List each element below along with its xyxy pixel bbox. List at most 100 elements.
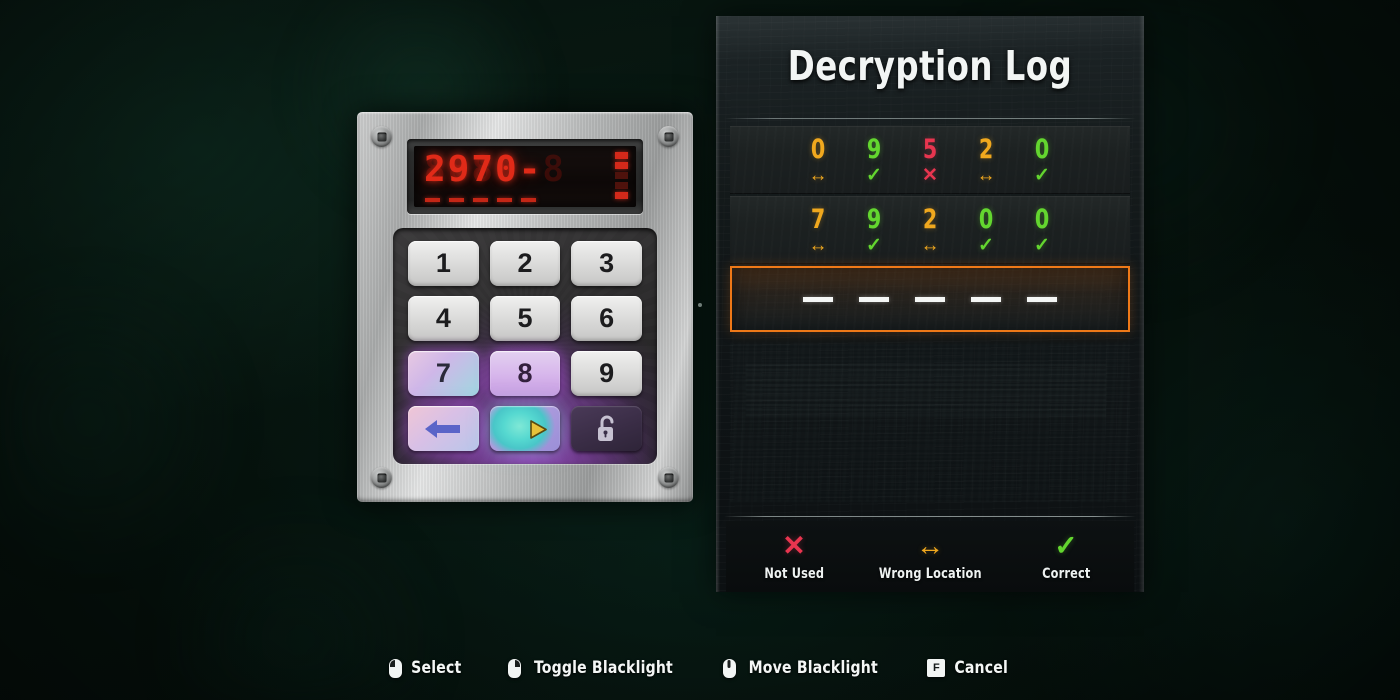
keypad-plate: 1 2 3 4 5 6 7 8 9	[393, 228, 657, 464]
blacklight-cursor-icon	[529, 420, 549, 440]
mouse-middle-button-icon	[722, 658, 736, 678]
entry-slot[interactable]	[790, 268, 846, 330]
key-label: 6	[599, 303, 615, 333]
log-mark-not-used: ✕	[922, 164, 938, 186]
key-label: 2	[517, 248, 533, 278]
panel-right-edge	[1139, 16, 1144, 592]
control-hint-label: Select	[411, 658, 462, 678]
log-cell: 7 ↔	[790, 206, 846, 255]
legend-label: Not Used	[764, 566, 824, 582]
led-sub-dashes	[425, 198, 536, 202]
keypad-key-1[interactable]: 1	[408, 241, 479, 286]
control-hint-move-blacklight[interactable]: Move Blacklight	[722, 658, 883, 678]
control-hint-label: Cancel	[954, 658, 1009, 678]
legend-item-wrong-location: ↔ Wrong Location	[863, 530, 998, 583]
log-mark-correct: ✓	[1034, 164, 1050, 186]
log-mark-wrong-location: ↔	[808, 234, 828, 256]
key-label: 1	[435, 248, 451, 278]
led-code-value: 2970-	[424, 149, 543, 190]
log-digit: 0	[1034, 203, 1050, 235]
keypad-key-6[interactable]: 6	[571, 296, 642, 341]
control-hint-cancel[interactable]: F Cancel	[927, 658, 1010, 678]
control-hint-select[interactable]: Select	[389, 658, 464, 678]
keypad-blacklight-key[interactable]	[489, 406, 561, 451]
log-cell: 9 ✓	[846, 136, 902, 185]
log-rows-container: 0 ↔ 9 ✓ 5 ✕ 2 ↔ 0 ✓ 7 ↔ 9 ✓ 2 ↔ 0 ✓ 0 ✓	[730, 126, 1130, 334]
log-digit: 9	[866, 133, 882, 165]
key-label: 7	[435, 358, 451, 388]
double-arrow-icon: ↔	[916, 530, 944, 561]
log-cell: 0 ↔	[790, 136, 846, 185]
log-row: 7 ↔ 9 ✓ 2 ↔ 0 ✓ 0 ✓	[730, 196, 1130, 264]
log-mark-wrong-location: ↔	[808, 164, 828, 186]
key-label: 4	[435, 303, 451, 333]
entry-slot-underscore	[915, 296, 945, 302]
unlocked-padlock-icon	[595, 414, 619, 444]
screw-top-right	[658, 126, 679, 147]
key-label: 9	[599, 358, 615, 388]
led-display: 8888-8 2970-	[414, 146, 636, 207]
keypad-key-3[interactable]: 3	[571, 241, 642, 286]
log-cell: 2 ↔	[958, 136, 1014, 185]
key-label: 3	[599, 248, 615, 278]
keypad-key-2[interactable]: 2	[489, 241, 561, 286]
log-mark-wrong-location: ↔	[976, 164, 996, 186]
decryption-log-panel: Decryption Log 0 ↔ 9 ✓ 5 ✕ 2 ↔ 0 ✓ 7 ↔ 9…	[716, 16, 1144, 592]
keypad-key-grid: 1 2 3 4 5 6 7 8 9	[408, 241, 642, 451]
entry-slot-underscore	[971, 296, 1001, 302]
entry-slot[interactable]	[958, 268, 1014, 330]
key-label: 5	[517, 303, 533, 333]
legend-item-correct: ✓ Correct	[999, 530, 1134, 583]
control-hint-label: Move Blacklight	[748, 658, 878, 678]
log-digit: 2	[922, 203, 938, 235]
log-digit: 0	[978, 203, 994, 235]
legend-item-not-used: ✕ Not Used	[727, 532, 862, 583]
log-digit: 9	[866, 203, 882, 235]
log-digit: 0	[1034, 133, 1050, 165]
keypad-unlock-key[interactable]	[571, 406, 642, 451]
log-mark-correct: ✓	[866, 164, 882, 186]
log-mark-correct: ✓	[866, 234, 882, 256]
log-cell: 5 ✕	[902, 136, 958, 185]
log-digit: 0	[810, 133, 826, 165]
keypad-backspace-key[interactable]	[408, 406, 479, 451]
keypad-key-8[interactable]: 8	[489, 351, 561, 396]
screw-bottom-right	[658, 467, 679, 488]
log-background-texture	[730, 342, 1130, 502]
entry-slot-underscore	[859, 296, 889, 302]
key-label: 8	[517, 358, 533, 388]
entry-slot[interactable]	[846, 268, 902, 330]
title-divider	[724, 118, 1136, 119]
mouse-right-button-icon	[507, 658, 521, 678]
control-hint-toggle-blacklight[interactable]: Toggle Blacklight	[507, 658, 679, 678]
log-cell: 0 ✓	[1014, 206, 1070, 255]
mouse-left-button-icon	[389, 658, 403, 678]
log-cell: 2 ↔	[902, 206, 958, 255]
log-cell: 0 ✓	[958, 206, 1014, 255]
screw-bottom-left	[371, 467, 392, 488]
legend: ✕ Not Used ↔ Wrong Location ✓ Correct	[726, 521, 1134, 592]
legend-divider	[724, 516, 1136, 517]
checkmark-icon: ✓	[1054, 530, 1078, 561]
log-digit: 7	[810, 203, 826, 235]
keyboard-key-f-icon: F	[927, 659, 946, 677]
entry-slot[interactable]	[902, 268, 958, 330]
back-arrow-icon	[423, 418, 463, 440]
log-mark-wrong-location: ↔	[920, 234, 940, 256]
dust-speck	[698, 303, 702, 307]
keypad-key-7[interactable]: 7	[408, 351, 479, 396]
control-hints-bar: Select Toggle Blacklight Move Blacklight…	[0, 658, 1400, 678]
keypad-key-9[interactable]: 9	[571, 351, 642, 396]
entry-slot[interactable]	[1014, 268, 1070, 330]
control-hint-label: Toggle Blacklight	[533, 658, 673, 678]
log-cell: 0 ✓	[1014, 136, 1070, 185]
led-display-bezel: 8888-8 2970-	[407, 139, 643, 214]
legend-label: Correct	[1041, 566, 1091, 582]
keypad-key-5[interactable]: 5	[489, 296, 561, 341]
keypad-device: 8888-8 2970- 1 2 3 4 5 6 7 8 9	[357, 112, 693, 502]
active-entry-row[interactable]	[730, 266, 1130, 332]
keypad-key-4[interactable]: 4	[408, 296, 479, 341]
log-digit: 2	[978, 133, 994, 165]
legend-label: Wrong Location	[878, 566, 982, 582]
log-mark-correct: ✓	[1034, 234, 1050, 256]
